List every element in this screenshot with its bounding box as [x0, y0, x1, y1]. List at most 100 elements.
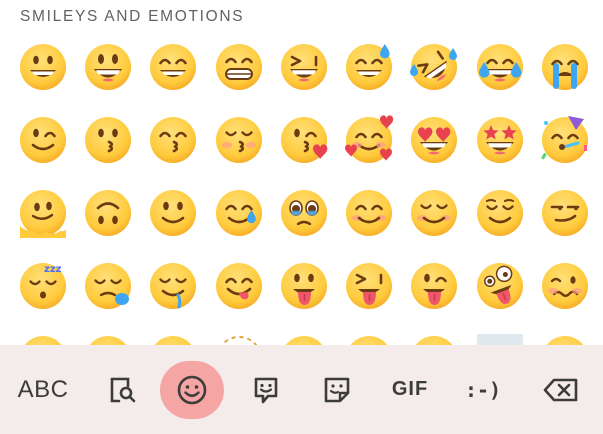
- partial-face-emoji[interactable]: [141, 334, 206, 345]
- grinning-face-emoji[interactable]: [10, 42, 75, 115]
- upside-down-face-emoji[interactable]: [75, 188, 140, 261]
- sleeping-face-emoji[interactable]: zzz: [10, 261, 75, 334]
- smiling-face-smiling-eyes-emoji[interactable]: [336, 188, 401, 261]
- partial-face-emoji[interactable]: [336, 334, 401, 345]
- relieved-face-icon: [476, 190, 523, 236]
- partying-face-icon: [541, 116, 589, 163]
- relieved-face-emoji[interactable]: [467, 188, 532, 261]
- face-holding-back-tears-icon: [280, 190, 327, 236]
- face-with-tongue-icon: [280, 263, 327, 309]
- kissing-face-smiling-eyes-emoji[interactable]: [141, 115, 206, 188]
- rolling-on-floor-laughing-emoji[interactable]: [402, 42, 467, 115]
- search-emoji-icon: [110, 377, 136, 402]
- face-blowing-kiss-emoji[interactable]: [271, 115, 336, 188]
- zany-face-emoji[interactable]: [467, 261, 532, 334]
- partial-face-emoji[interactable]: [10, 334, 75, 345]
- slightly-smiling-face-emoji[interactable]: [141, 188, 206, 261]
- winking-face-emoji[interactable]: [10, 115, 75, 188]
- drooling-face-emoji[interactable]: [141, 261, 206, 334]
- sleepy-face-icon: [84, 263, 131, 309]
- backspace-icon: [543, 378, 578, 401]
- backspace-button[interactable]: [538, 345, 584, 434]
- smirking-face-icon: [542, 190, 589, 236]
- partying-face-emoji[interactable]: [532, 115, 597, 188]
- smiling-face-with-hearts-icon: [345, 115, 394, 163]
- rolling-on-floor-laughing-icon: [410, 44, 458, 90]
- winking-face-icon: [19, 117, 66, 163]
- grinning-face-smiling-eyes-icon: [150, 44, 197, 90]
- loudly-crying-face-icon: [542, 44, 589, 90]
- emoji-row: [10, 334, 600, 345]
- dotted-line-face-emoji[interactable]: [206, 334, 271, 345]
- winking-face-with-tongue-emoji[interactable]: [402, 261, 467, 334]
- smiling-face-with-hearts-emoji[interactable]: [336, 115, 401, 188]
- partial-face-emoji[interactable]: [75, 334, 140, 345]
- face-with-tears-of-joy-emoji[interactable]: [467, 42, 532, 115]
- partial-face-emoji[interactable]: [532, 334, 597, 345]
- kissing-face-icon: [84, 117, 131, 163]
- kissing-face-closed-eyes-emoji[interactable]: [206, 115, 271, 188]
- melting-face-emoji[interactable]: [10, 188, 75, 261]
- face-savoring-food-icon: [215, 263, 262, 309]
- dotted-line-face-icon: [220, 336, 257, 345]
- emoji-tab-button[interactable]: [160, 361, 224, 419]
- woozy-face-icon: [542, 263, 589, 309]
- drooling-face-icon: [150, 263, 197, 309]
- star-struck-emoji[interactable]: [467, 115, 532, 188]
- grinning-face-icon: [19, 44, 66, 90]
- partial-face-icon: [416, 336, 453, 345]
- smiling-face-with-tear-icon: [215, 190, 262, 236]
- melting-face-icon: [19, 190, 66, 238]
- emoji-grid: zzz: [10, 42, 600, 345]
- smiling-face-with-tear-emoji[interactable]: [206, 188, 271, 261]
- partial-face-emoji[interactable]: [271, 334, 336, 345]
- squinting-face-with-tongue-emoji[interactable]: [336, 261, 401, 334]
- partial-face-emoji[interactable]: [402, 334, 467, 345]
- face-with-tongue-emoji[interactable]: [271, 261, 336, 334]
- grinning-face-with-sweat-emoji[interactable]: [336, 42, 401, 115]
- grinning-squinting-face-icon: [280, 44, 327, 90]
- grinning-face-big-eyes-emoji[interactable]: [75, 42, 140, 115]
- beaming-face-icon: [215, 44, 262, 90]
- avatar-sticker-button[interactable]: [314, 345, 360, 434]
- partial-face-icon: [24, 336, 61, 345]
- grinning-face-smiling-eyes-emoji[interactable]: [141, 42, 206, 115]
- sleeping-face-icon: zzz: [19, 263, 66, 309]
- woozy-face-emoji[interactable]: [532, 261, 597, 334]
- grinning-face-big-eyes-icon: [84, 44, 131, 90]
- emoticon-button[interactable]: :-): [458, 345, 508, 434]
- emoji-panel: SMILEYS AND EMOTIONS zzz: [0, 0, 603, 345]
- face-blowing-kiss-icon: [280, 117, 328, 163]
- smiling-face-with-heart-eyes-icon: [411, 117, 458, 163]
- section-title: SMILEYS AND EMOTIONS: [20, 8, 245, 25]
- smiling-face-with-heart-eyes-emoji[interactable]: [402, 115, 467, 188]
- partial-face-frame-emoji[interactable]: [467, 334, 532, 345]
- smirking-face-emoji[interactable]: [532, 188, 597, 261]
- grinning-squinting-face-emoji[interactable]: [271, 42, 336, 115]
- face-savoring-food-emoji[interactable]: [206, 261, 271, 334]
- emoji-row: [10, 42, 600, 115]
- smiling-face-icon: [411, 190, 458, 236]
- kissing-face-emoji[interactable]: [75, 115, 140, 188]
- kissing-face-closed-eyes-icon: [215, 117, 262, 163]
- winking-face-with-tongue-icon: [411, 263, 458, 309]
- beaming-face-emoji[interactable]: [206, 42, 271, 115]
- abc-button[interactable]: ABC: [14, 345, 72, 434]
- loudly-crying-face-emoji[interactable]: [532, 42, 597, 115]
- sticker-button[interactable]: [243, 345, 289, 434]
- face-holding-back-tears-emoji[interactable]: [271, 188, 336, 261]
- partial-face-icon: [154, 336, 192, 345]
- keyboard-toolbar: ABC GIF:-): [0, 345, 603, 434]
- partial-face-icon: [350, 336, 388, 345]
- gif-button[interactable]: GIF: [386, 345, 434, 434]
- partial-face-icon: [285, 336, 323, 345]
- slightly-smiling-face-icon: [150, 190, 197, 236]
- smiling-face-emoji[interactable]: [402, 188, 467, 261]
- partial-face-icon: [89, 336, 127, 345]
- star-struck-icon: [476, 117, 523, 163]
- search-emoji-button[interactable]: [98, 345, 144, 434]
- avatar-sticker-icon: [324, 377, 350, 402]
- sleepy-face-emoji[interactable]: [75, 261, 140, 334]
- partial-face-icon: [546, 336, 584, 345]
- svg-text:zzz: zzz: [44, 264, 62, 275]
